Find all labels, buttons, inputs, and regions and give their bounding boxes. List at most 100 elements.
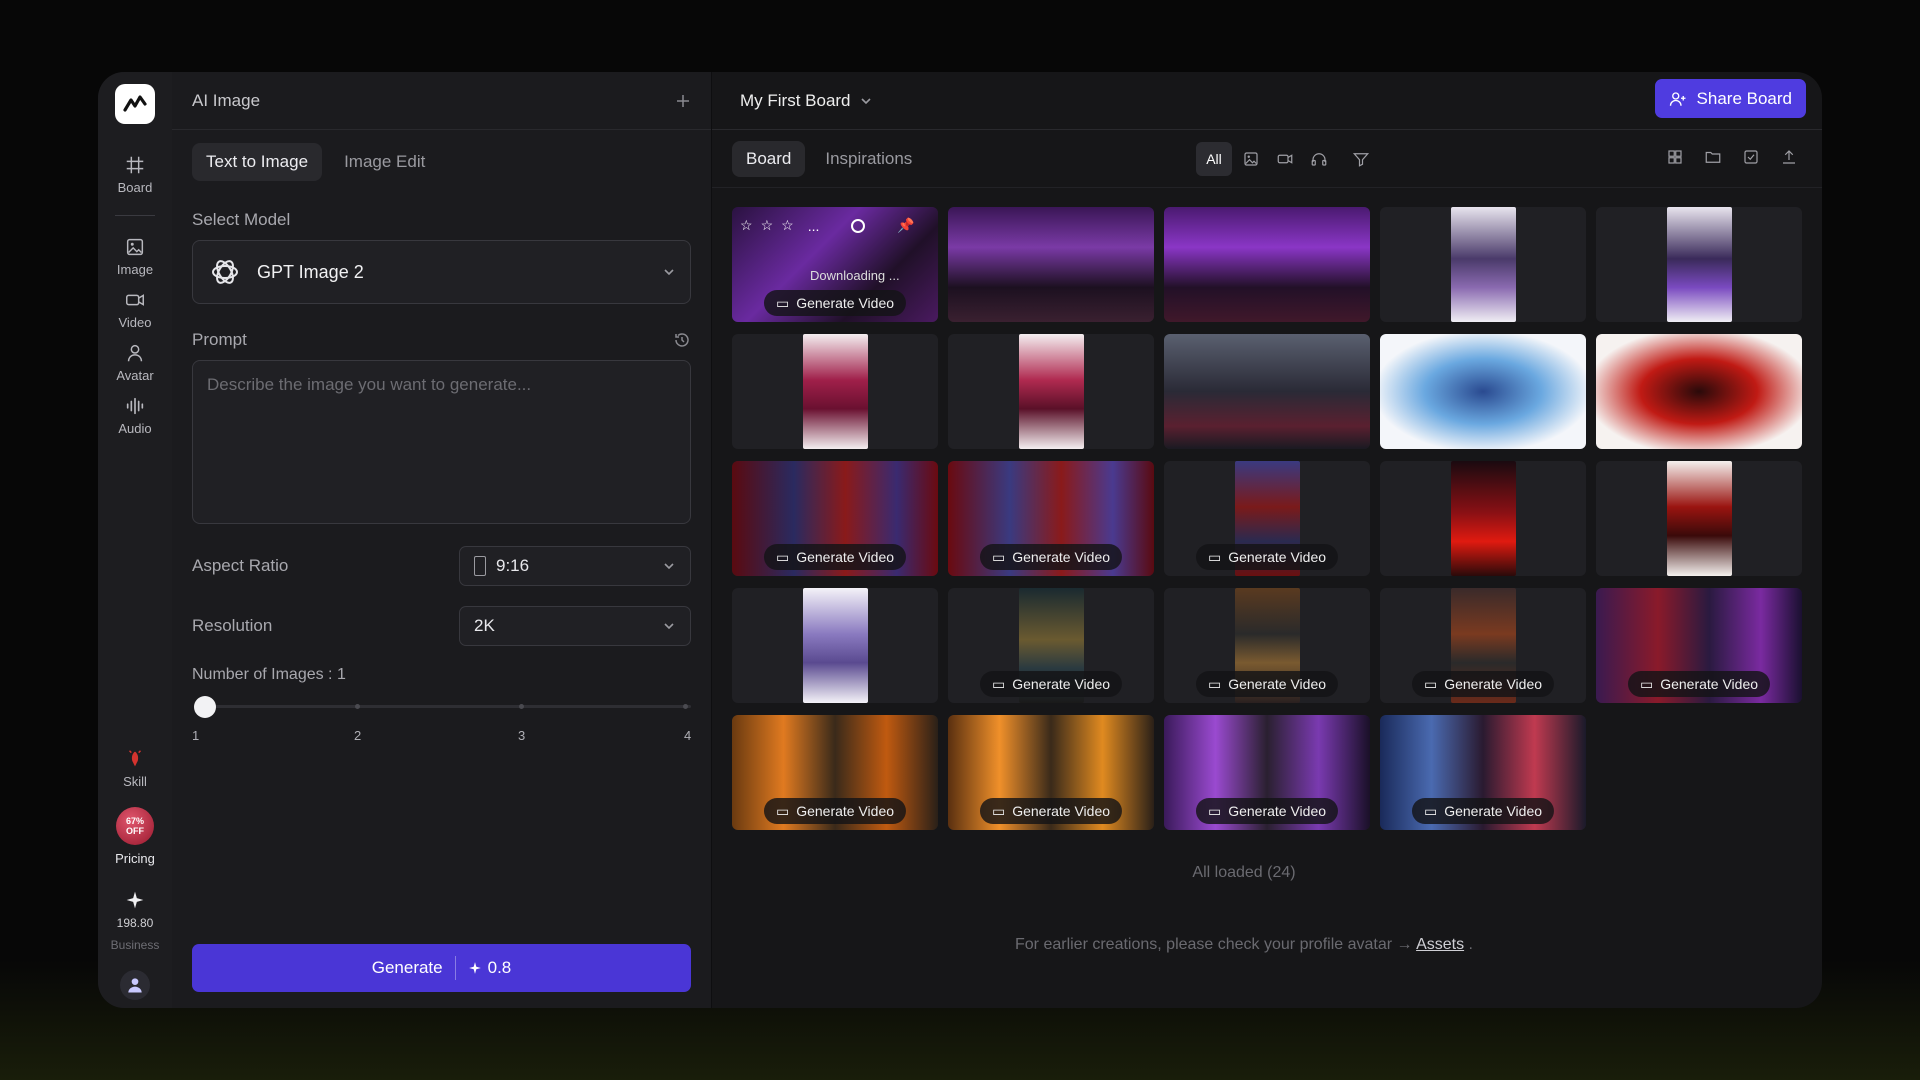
thumbnail: [1596, 334, 1802, 449]
generate-video-button[interactable]: ▭ Generate Video: [1627, 671, 1771, 697]
share-board-button[interactable]: Share Board: [1654, 79, 1806, 118]
more-icon[interactable]: ...: [808, 218, 820, 234]
board-main: My First Board Share Board Board Inspira…: [712, 72, 1822, 1008]
board-item[interactable]: [732, 334, 938, 449]
rail-item-skill[interactable]: Skill: [103, 748, 167, 789]
board-item[interactable]: [1596, 334, 1802, 449]
video-icon: [1277, 154, 1293, 164]
generate-video-button[interactable]: ▭ Generate Video: [1411, 798, 1555, 824]
generate-video-button[interactable]: ▭ Generate Video: [979, 544, 1123, 570]
assets-link[interactable]: Assets: [1416, 936, 1464, 953]
generate-video-button[interactable]: ▭ Generate Video: [979, 798, 1123, 824]
tab-board[interactable]: Board: [732, 140, 806, 177]
board-item[interactable]: [948, 207, 1154, 322]
generate-video-button[interactable]: ▭ Generate Video: [763, 290, 907, 316]
generate-video-label: Generate Video: [1228, 549, 1327, 565]
board-item[interactable]: [1164, 207, 1370, 322]
chevron-down-icon[interactable]: [859, 94, 873, 108]
board-item[interactable]: ▭ Generate Video: [1596, 588, 1802, 703]
filter-button[interactable]: [1346, 142, 1376, 176]
slider-thumb[interactable]: [194, 696, 216, 718]
video-icon: ▭: [775, 802, 790, 819]
board-item[interactable]: [1380, 334, 1586, 449]
prompt-input[interactable]: Describe the image you want to generate.…: [192, 360, 691, 524]
rail-item-video[interactable]: Video: [103, 289, 167, 330]
generate-divider: [454, 956, 456, 980]
board-item[interactable]: ▭ Generate Video: [1164, 461, 1370, 576]
star-icon[interactable]: ☆: [740, 217, 753, 234]
board-grid: ☆ ☆ ☆ ... 📌 Downloading ... ▭ Generate Vide…: [732, 207, 1802, 830]
filter-image[interactable]: [1236, 142, 1266, 176]
history-icon[interactable]: [673, 331, 691, 349]
num-images-slider[interactable]: [192, 688, 691, 728]
plan-label: Business: [110, 938, 160, 952]
thumbnail: [1666, 461, 1732, 576]
resolution-select[interactable]: 2K: [459, 606, 691, 646]
thumbnail: [802, 588, 868, 703]
board-item[interactable]: [1380, 207, 1586, 322]
filter-all[interactable]: All: [1196, 142, 1232, 176]
board-item[interactable]: ▭ Generate Video: [732, 461, 938, 576]
rail-item-image[interactable]: Image: [103, 236, 167, 277]
board-item[interactable]: ▭ Generate Video: [948, 715, 1154, 830]
upload-icon[interactable]: [1780, 148, 1798, 166]
filter-video[interactable]: [1270, 142, 1300, 176]
generate-video-button[interactable]: ▭ Generate Video: [763, 798, 907, 824]
board-item[interactable]: ▭ Generate Video: [1380, 715, 1586, 830]
waveform-icon: [126, 397, 144, 415]
board-item[interactable]: [1164, 334, 1370, 449]
pin-icon[interactable]: 📌: [897, 217, 914, 234]
promo-badge[interactable]: 67% OFF: [116, 807, 154, 845]
headphones-icon: [1311, 153, 1327, 166]
rail-item-audio[interactable]: Audio: [103, 395, 167, 436]
tab-image-edit[interactable]: Image Edit: [330, 143, 439, 181]
board-item[interactable]: [1380, 461, 1586, 576]
board-item[interactable]: [732, 588, 938, 703]
generate-button[interactable]: Generate 0.8: [192, 944, 691, 992]
generate-video-button[interactable]: ▭ Generate Video: [1195, 544, 1339, 570]
board-item[interactable]: ▭ Generate Video: [1164, 588, 1370, 703]
pricing-label[interactable]: Pricing: [115, 851, 155, 866]
slider-tick: 2: [354, 728, 362, 743]
checkbox-icon[interactable]: [1742, 148, 1760, 166]
grid-view-icon[interactable]: [1666, 148, 1684, 166]
folder-icon[interactable]: [1704, 148, 1722, 166]
board-item[interactable]: ▭ Generate Video: [1380, 588, 1586, 703]
credits-block[interactable]: 198.80 Business: [110, 890, 160, 952]
rail-item-label: Board: [117, 180, 153, 195]
board-item[interactable]: ▭ Generate Video: [948, 588, 1154, 703]
chevron-down-icon: [664, 269, 674, 276]
aspect-ratio-value: 9:16: [496, 556, 530, 575]
slider-tick: 1: [192, 728, 200, 743]
tab-text-to-image[interactable]: Text to Image: [192, 143, 323, 181]
board-item[interactable]: ☆ ☆ ☆ ... 📌 Downloading ... ▭ Generate Vide…: [732, 207, 938, 322]
generate-video-button[interactable]: ▭ Generate Video: [1195, 671, 1339, 697]
board-item[interactable]: [1596, 461, 1802, 576]
generate-video-button[interactable]: ▭ Generate Video: [979, 671, 1123, 697]
rail-item-label: Avatar: [116, 368, 154, 383]
rail-item-avatar[interactable]: Avatar: [103, 342, 167, 383]
video-icon: ▭: [1207, 548, 1222, 565]
tab-inspirations[interactable]: Inspirations: [811, 141, 926, 177]
board-title[interactable]: My First Board: [740, 91, 851, 111]
rail-item-board[interactable]: Board: [103, 154, 167, 195]
generate-video-button[interactable]: ▭ Generate Video: [763, 544, 907, 570]
aspect-ratio-select[interactable]: 9:16: [459, 546, 691, 586]
board-item[interactable]: ▭ Generate Video: [948, 461, 1154, 576]
video-icon: ▭: [1207, 675, 1222, 692]
app-logo[interactable]: [115, 84, 155, 124]
generate-video-button[interactable]: ▭ Generate Video: [1195, 798, 1339, 824]
board-item[interactable]: [1596, 207, 1802, 322]
star-icon[interactable]: ☆: [781, 217, 794, 234]
profile-avatar[interactable]: [120, 970, 150, 1000]
star-icon[interactable]: ☆: [761, 217, 774, 234]
generate-video-label: Generate Video: [1660, 676, 1759, 692]
model-select[interactable]: GPT Image 2: [192, 240, 691, 304]
board-item[interactable]: [948, 334, 1154, 449]
plus-icon[interactable]: [675, 93, 691, 109]
board-item[interactable]: ▭ Generate Video: [732, 715, 938, 830]
board-actions: [1666, 148, 1798, 166]
board-item[interactable]: ▭ Generate Video: [1164, 715, 1370, 830]
generate-video-button[interactable]: ▭ Generate Video: [1411, 671, 1555, 697]
filter-audio[interactable]: [1304, 142, 1334, 176]
